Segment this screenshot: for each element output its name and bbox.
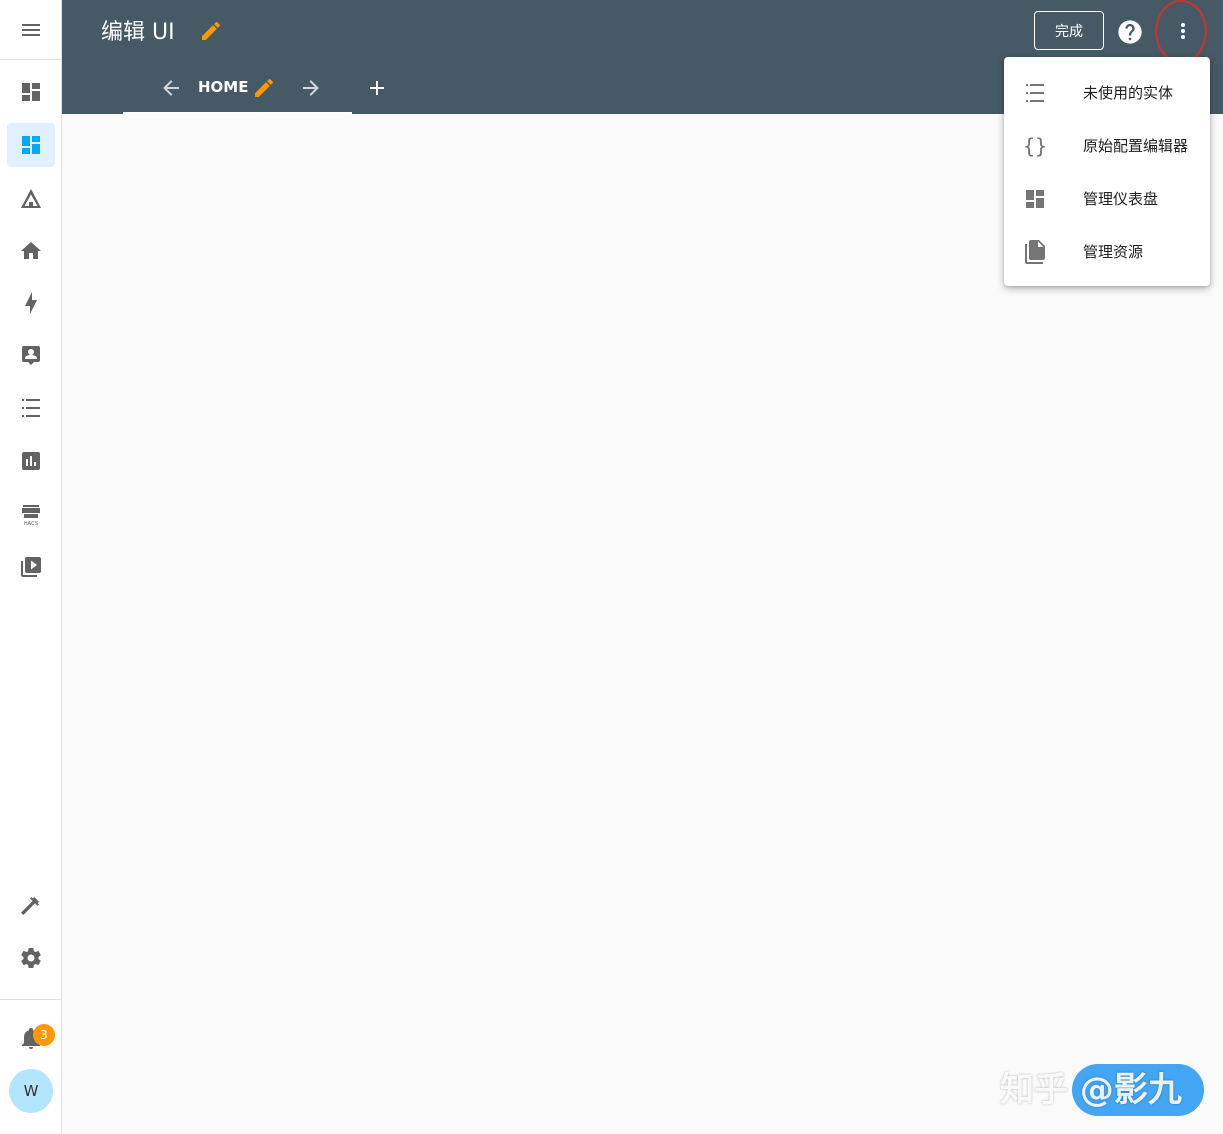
sidebar-item-person[interactable]	[7, 333, 55, 377]
play-box-multiple-icon	[21, 557, 41, 577]
svg-text:HACS: HACS	[24, 521, 39, 526]
highlight-circle-annotation	[1155, 0, 1207, 63]
account-box-icon	[22, 346, 40, 365]
watermark-text: 知乎 @影九	[1000, 1070, 1182, 1110]
help-circle-icon	[1118, 20, 1142, 44]
menu-item-label: 管理资源	[1083, 243, 1144, 261]
pencil-icon	[202, 21, 220, 40]
format-list-checks-icon	[1023, 81, 1047, 105]
add-view-button[interactable]	[365, 76, 389, 100]
more-options-menu: 未使用的实体 {} 原始配置编辑器 管理仪表盘 管理资源	[1004, 57, 1210, 286]
sidebar-item-energy[interactable]	[7, 281, 55, 325]
view-dashboard-icon	[22, 136, 40, 154]
menu-item-label: 未使用的实体	[1083, 84, 1174, 102]
tab-label: HOME	[198, 78, 249, 96]
sidebar-item-overview[interactable]	[7, 70, 55, 114]
tab-home[interactable]: HOME	[123, 66, 352, 114]
code-braces-icon: {}	[1022, 133, 1048, 158]
arrow-right-icon	[303, 80, 319, 96]
menu-item-raw-config-editor[interactable]: {} 原始配置编辑器	[1004, 119, 1210, 172]
move-tab-left-button[interactable]	[159, 76, 183, 100]
sidebar-item-settings[interactable]	[7, 936, 55, 980]
sidebar-item-dashboard[interactable]	[7, 123, 55, 167]
view-dashboard-icon	[1023, 187, 1047, 211]
sidebar-item-hacs[interactable]: HACS	[7, 492, 55, 536]
hamburger-icon	[21, 23, 40, 36]
format-list-checks-icon	[22, 399, 40, 417]
sidebar-divider	[0, 999, 61, 1000]
sidebar-item-map[interactable]	[7, 177, 55, 221]
menu-item-label: 原始配置编辑器	[1083, 137, 1189, 155]
arrow-left-icon	[163, 80, 179, 96]
page-title: 编辑 UI	[101, 20, 175, 45]
pencil-icon	[255, 78, 273, 97]
sidebar: HACS 3 W	[0, 0, 62, 1134]
hammer-icon	[21, 897, 39, 915]
sidebar-item-media[interactable]	[7, 545, 55, 589]
file-multiple-icon	[1023, 239, 1047, 264]
hacs-store-icon: HACS	[22, 505, 40, 526]
chart-box-icon	[22, 452, 40, 470]
menu-toggle-button[interactable]	[0, 0, 61, 60]
gear-icon	[21, 947, 41, 968]
edit-tab-button[interactable]	[252, 76, 276, 100]
menu-item-manage-dashboards[interactable]: 管理仪表盘	[1004, 172, 1210, 225]
menu-item-unused-entities[interactable]: 未使用的实体	[1004, 66, 1210, 119]
active-tab-indicator	[123, 112, 352, 114]
view-dashboard-icon	[22, 83, 40, 101]
done-button[interactable]: 完成	[1034, 11, 1104, 50]
notification-badge: 3	[33, 1024, 55, 1046]
help-button[interactable]	[1116, 18, 1144, 46]
menu-item-manage-resources[interactable]: 管理资源	[1004, 225, 1210, 278]
sidebar-item-developer-tools[interactable]	[7, 883, 55, 927]
sidebar-item-logbook[interactable]	[7, 386, 55, 430]
tent-icon	[21, 189, 41, 208]
user-avatar[interactable]: W	[9, 1069, 53, 1113]
edit-title-button[interactable]	[199, 19, 223, 43]
lightning-icon	[25, 292, 37, 314]
sidebar-item-home[interactable]	[7, 229, 55, 273]
plus-icon	[370, 81, 384, 95]
home-icon	[21, 242, 41, 259]
move-tab-right-button[interactable]	[299, 76, 323, 100]
sidebar-item-history[interactable]	[7, 439, 55, 483]
menu-item-label: 管理仪表盘	[1083, 190, 1159, 208]
